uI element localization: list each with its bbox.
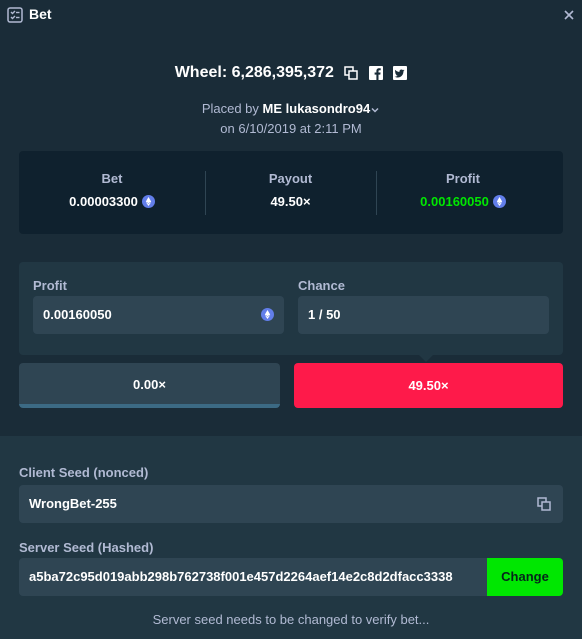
client-seed-value: WrongBet-255 bbox=[29, 496, 117, 511]
copy-icon[interactable] bbox=[344, 66, 359, 80]
calc-profit-value: 0.00160050 bbox=[43, 307, 112, 322]
twitter-icon[interactable] bbox=[393, 66, 408, 80]
summary-payout-value: 49.50× bbox=[270, 194, 311, 209]
summary-bet-value: 0.00003300 bbox=[69, 194, 138, 209]
placed-by: Placed by ME lukasondro94 bbox=[0, 101, 582, 116]
username-link[interactable]: lukasondro94 bbox=[286, 101, 371, 116]
server-seed-value: a5ba72c95d019abb298b762738f001e457d2264a… bbox=[29, 569, 453, 584]
bet-title: Wheel: 6,286,395,372 bbox=[174, 64, 334, 81]
fairness-section: Client Seed (nonced) WrongBet-255 Server… bbox=[0, 436, 582, 639]
summary-profit-value-wrap: 0.00160050 bbox=[376, 194, 550, 209]
server-seed-label: Server Seed (Hashed) bbox=[19, 540, 154, 555]
wheel-calc-panel: Profit 0.00160050 Chance 1 / 50 bbox=[19, 262, 563, 355]
calc-profit-label: Profit bbox=[33, 278, 67, 293]
summary-payout-label: Payout bbox=[268, 171, 313, 186]
copy-icon[interactable] bbox=[537, 497, 551, 511]
summary-payout: Payout 49.50× bbox=[205, 171, 376, 215]
summary-profit: Profit 0.00160050 bbox=[376, 171, 550, 215]
bet-date: on 6/10/2019 at 2:11 PM bbox=[220, 121, 362, 136]
verify-note: Server seed needs to be changed to verif… bbox=[152, 612, 430, 627]
summary-bet-label: Bet bbox=[101, 171, 123, 186]
eth-icon bbox=[492, 194, 506, 208]
eth-icon bbox=[261, 308, 274, 321]
summary-bet: Bet 0.00003300 bbox=[19, 171, 205, 215]
summary-profit-value: 0.00160050 bbox=[420, 194, 489, 209]
bet-summary: Bet 0.00003300 Payout 49.50× Profit 0.00… bbox=[19, 151, 563, 234]
calc-chance-field[interactable]: 1 / 50 bbox=[298, 296, 549, 334]
change-seed-button[interactable]: Change bbox=[487, 558, 563, 596]
bet-title-row: Wheel: 6,286,395,372 bbox=[0, 64, 582, 86]
close-icon[interactable] bbox=[562, 8, 576, 22]
ticket-icon bbox=[7, 7, 23, 23]
modal-title: Bet bbox=[29, 6, 52, 22]
summary-profit-label: Profit bbox=[446, 171, 480, 186]
calc-chance-label: Chance bbox=[298, 278, 345, 293]
facebook-icon[interactable] bbox=[368, 66, 383, 80]
client-seed-field[interactable]: WrongBet-255 bbox=[19, 485, 563, 523]
calc-chance-value: 1 / 50 bbox=[308, 307, 341, 322]
client-seed-label: Client Seed (nonced) bbox=[19, 465, 149, 480]
eth-icon bbox=[141, 194, 155, 208]
user-tag: ME bbox=[262, 101, 283, 116]
selected-pointer bbox=[419, 355, 433, 362]
placed-by-prefix: Placed by bbox=[201, 101, 259, 116]
bet-modal: Bet Wheel: 6,286,395,372 Placed by ME lu… bbox=[0, 0, 582, 639]
chevron-down-icon[interactable] bbox=[370, 105, 380, 115]
modal-header: Bet bbox=[0, 0, 582, 30]
calc-profit-field[interactable]: 0.00160050 bbox=[33, 296, 284, 334]
server-seed-field[interactable]: a5ba72c95d019abb298b762738f001e457d2264a… bbox=[19, 558, 487, 596]
summary-bet-value-wrap: 0.00003300 bbox=[19, 194, 205, 209]
multiplier-0x-button[interactable]: 0.00× bbox=[19, 363, 280, 408]
multiplier-49x-button[interactable]: 49.50× bbox=[294, 363, 563, 408]
